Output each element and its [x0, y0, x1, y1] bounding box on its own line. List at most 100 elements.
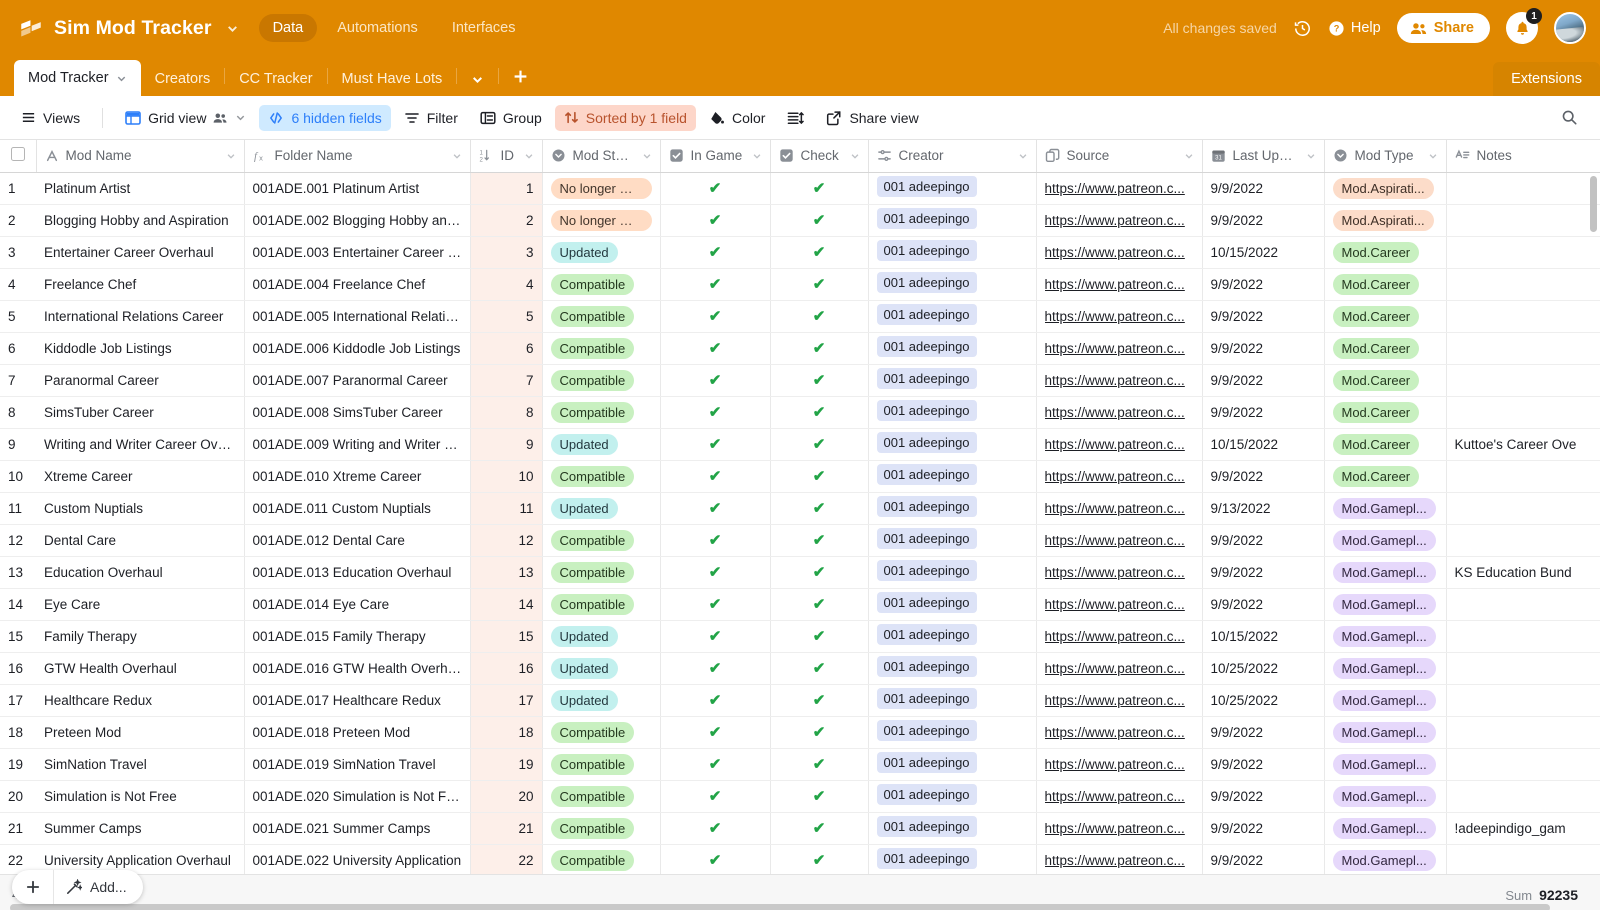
cell-notes[interactable]: [1446, 460, 1600, 493]
cell-creator[interactable]: 001 adeepingo: [868, 332, 1037, 365]
cell-mod-name[interactable]: Entertainer Career Overhaul: [36, 236, 245, 269]
source-link[interactable]: https://www.patreon.c...: [1045, 309, 1194, 324]
cell-in-game[interactable]: ✔: [660, 460, 771, 493]
id-column-summary[interactable]: Sum 92235: [1505, 887, 1600, 903]
column-header-id[interactable]: 1 2 ID: [470, 140, 543, 173]
cell-folder-name[interactable]: 001ADE.021 Summer Camps: [244, 812, 471, 845]
cell-id[interactable]: 12: [470, 524, 543, 557]
cell-source[interactable]: https://www.patreon.c...: [1036, 396, 1203, 429]
cell-source[interactable]: https://www.patreon.c...: [1036, 748, 1203, 781]
cell-last-updated[interactable]: 9/9/2022: [1202, 460, 1325, 493]
cell-mod-status[interactable]: Compatible: [542, 268, 661, 301]
cell-id[interactable]: 20: [470, 780, 543, 813]
table-row[interactable]: 17 Healthcare Redux 001ADE.017 Healthcare …: [0, 684, 1600, 717]
cell-mod-type[interactable]: Mod.Gamepl...: [1324, 716, 1447, 749]
cell-last-updated[interactable]: 9/9/2022: [1202, 524, 1325, 557]
cell-creator[interactable]: 001 adeepingo: [868, 364, 1037, 397]
cell-mod-status[interactable]: Compatible: [542, 844, 661, 877]
cell-id[interactable]: 11: [470, 492, 543, 525]
cell-creator[interactable]: 001 adeepingo: [868, 492, 1037, 525]
cell-creator[interactable]: 001 adeepingo: [868, 588, 1037, 621]
cell-source[interactable]: https://www.patreon.c...: [1036, 556, 1203, 589]
cell-creator[interactable]: 001 adeepingo: [868, 300, 1037, 333]
cell-mod-name[interactable]: Paranormal Career: [36, 364, 245, 397]
cell-id[interactable]: 1: [470, 172, 543, 205]
cell-notes[interactable]: [1446, 652, 1600, 685]
cell-notes[interactable]: !adeepindigo_gam: [1446, 812, 1600, 845]
source-link[interactable]: https://www.patreon.c...: [1045, 501, 1194, 516]
table-row[interactable]: 12 Dental Care 001ADE.012 Dental Care 12 Com…: [0, 524, 1600, 557]
chevron-down-icon[interactable]: [1428, 151, 1438, 161]
cell-mod-name[interactable]: Summer Camps: [36, 812, 245, 845]
source-link[interactable]: https://www.patreon.c...: [1045, 533, 1194, 548]
table-row[interactable]: 1 Platinum Artist 001ADE.001 Platinum Arti…: [0, 172, 1600, 205]
cell-mod-name[interactable]: Platinum Artist: [36, 172, 245, 205]
cell-in-game[interactable]: ✔: [660, 812, 771, 845]
cell-mod-status[interactable]: Compatible: [542, 556, 661, 589]
cell-check[interactable]: ✔: [770, 364, 869, 397]
cell-last-updated[interactable]: 9/9/2022: [1202, 748, 1325, 781]
cell-last-updated[interactable]: 9/13/2022: [1202, 492, 1325, 525]
source-link[interactable]: https://www.patreon.c...: [1045, 693, 1194, 708]
cell-source[interactable]: https://www.patreon.c...: [1036, 332, 1203, 365]
cell-in-game[interactable]: ✔: [660, 268, 771, 301]
source-link[interactable]: https://www.patreon.c...: [1045, 405, 1194, 420]
cell-check[interactable]: ✔: [770, 844, 869, 877]
cell-notes[interactable]: [1446, 172, 1600, 205]
cell-source[interactable]: https://www.patreon.c...: [1036, 716, 1203, 749]
cell-check[interactable]: ✔: [770, 684, 869, 717]
cell-source[interactable]: https://www.patreon.c...: [1036, 780, 1203, 813]
cell-last-updated[interactable]: 9/9/2022: [1202, 268, 1325, 301]
cell-mod-name[interactable]: Education Overhaul: [36, 556, 245, 589]
cell-in-game[interactable]: ✔: [660, 780, 771, 813]
cell-check[interactable]: ✔: [770, 716, 869, 749]
chevron-down-icon[interactable]: [226, 151, 236, 161]
cell-notes[interactable]: [1446, 844, 1600, 877]
cell-mod-type[interactable]: Mod.Gamepl...: [1324, 652, 1447, 685]
chevron-down-icon[interactable]: [642, 151, 652, 161]
column-header-notes[interactable]: Notes: [1446, 140, 1600, 173]
cell-in-game[interactable]: ✔: [660, 748, 771, 781]
table-row[interactable]: 16 GTW Health Overhaul 001ADE.016 GTW Heal…: [0, 652, 1600, 685]
source-link[interactable]: https://www.patreon.c...: [1045, 853, 1194, 868]
cell-mod-status[interactable]: Updated: [542, 684, 661, 717]
cell-folder-name[interactable]: 001ADE.010 Xtreme Career: [244, 460, 471, 493]
column-header-in-game[interactable]: In Game: [660, 140, 771, 173]
cell-source[interactable]: https://www.patreon.c...: [1036, 236, 1203, 269]
table-row[interactable]: 20 Simulation is Not Free 001ADE.020 Simul…: [0, 780, 1600, 813]
cell-folder-name[interactable]: 001ADE.001 Platinum Artist: [244, 172, 471, 205]
cell-folder-name[interactable]: 001ADE.006 Kiddodle Job Listings: [244, 332, 471, 365]
vertical-scrollbar[interactable]: [1590, 176, 1597, 232]
cell-mod-type[interactable]: Mod.Gamepl...: [1324, 588, 1447, 621]
cell-check[interactable]: ✔: [770, 332, 869, 365]
table-row[interactable]: 3 Entertainer Career Overhaul 001ADE.003 E…: [0, 236, 1600, 269]
cell-in-game[interactable]: ✔: [660, 684, 771, 717]
cell-last-updated[interactable]: 9/9/2022: [1202, 172, 1325, 205]
source-link[interactable]: https://www.patreon.c...: [1045, 821, 1194, 836]
cell-id[interactable]: 15: [470, 620, 543, 653]
cell-source[interactable]: https://www.patreon.c...: [1036, 524, 1203, 557]
table-row[interactable]: 6 Kiddodle Job Listings 001ADE.006 Kiddodl…: [0, 332, 1600, 365]
cell-notes[interactable]: [1446, 620, 1600, 653]
cell-last-updated[interactable]: 10/15/2022: [1202, 236, 1325, 269]
horizontal-scrollbar[interactable]: [10, 904, 1550, 910]
cell-notes[interactable]: [1446, 332, 1600, 365]
column-header-mod-status[interactable]: Mod Status: [542, 140, 661, 173]
cell-check[interactable]: ✔: [770, 460, 869, 493]
table-row[interactable]: 15 Family Therapy 001ADE.015 Family Therap…: [0, 620, 1600, 653]
cell-creator[interactable]: 001 adeepingo: [868, 620, 1037, 653]
topnav-item-automations[interactable]: Automations: [323, 14, 432, 42]
cell-in-game[interactable]: ✔: [660, 428, 771, 461]
cell-check[interactable]: ✔: [770, 300, 869, 333]
cell-notes[interactable]: [1446, 300, 1600, 333]
source-link[interactable]: https://www.patreon.c...: [1045, 725, 1194, 740]
cell-last-updated[interactable]: 10/25/2022: [1202, 684, 1325, 717]
cell-folder-name[interactable]: 001ADE.014 Eye Care: [244, 588, 471, 621]
table-row[interactable]: 22 University Application Overhaul 001ADE.…: [0, 844, 1600, 877]
grid-view-button[interactable]: Grid view: [116, 105, 255, 131]
column-header-check[interactable]: Check: [770, 140, 869, 173]
topnav-item-interfaces[interactable]: Interfaces: [438, 14, 530, 42]
cell-mod-type[interactable]: Mod.Gamepl...: [1324, 844, 1447, 877]
cell-notes[interactable]: [1446, 364, 1600, 397]
cell-check[interactable]: ✔: [770, 620, 869, 653]
